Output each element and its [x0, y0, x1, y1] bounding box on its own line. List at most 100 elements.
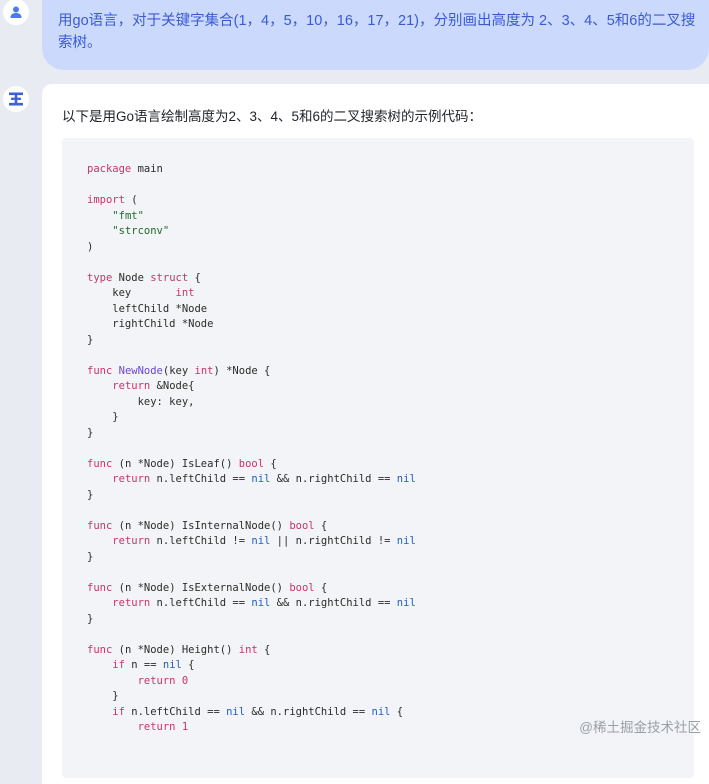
code-token: nil — [251, 597, 271, 609]
code-token: nil — [226, 705, 246, 718]
code-token: return — [112, 380, 151, 392]
code-line: type Node struct { — [87, 271, 416, 287]
code-token: nil — [396, 535, 416, 547]
code-token: nil — [162, 659, 182, 671]
code-token: key: key, — [87, 395, 195, 408]
code-line: leftChild *Node — [87, 302, 416, 318]
code-token: (n *Node) — [112, 581, 182, 594]
assistant-avatar — [3, 86, 29, 112]
code-line: func (n *Node) IsLeaf() bool { — [87, 457, 416, 473]
code-token: return — [112, 535, 151, 547]
code-line: "fmt" — [87, 209, 416, 225]
code-token: { — [314, 581, 328, 594]
code-token: func — [87, 457, 113, 470]
code-line: } — [87, 689, 416, 705]
code-token: return — [137, 721, 176, 733]
code-token: } — [87, 333, 94, 346]
code-token: n.leftChild == — [124, 705, 227, 718]
code-token: (n *Node) — [112, 643, 182, 656]
code-token: return — [112, 597, 151, 609]
code-token: } — [87, 690, 119, 702]
code-token: int — [238, 643, 258, 656]
code-token: nil — [396, 473, 416, 485]
code-line: return n.leftChild == nil && n.rightChil… — [87, 596, 416, 612]
code-line: } — [87, 410, 416, 426]
code-token: nil — [251, 473, 271, 485]
code-token: { — [314, 519, 328, 532]
code-token: func — [87, 643, 113, 656]
code-line: func (n *Node) IsInternalNode() bool { — [87, 519, 416, 535]
code-token: if — [112, 705, 125, 718]
code-token: NewNode — [118, 364, 163, 377]
watermark: @稀土掘金技术社区 — [579, 720, 701, 735]
user-message-line-1: 用go语言，对于关键字集合(1，4，5，10，16，17，21)，分别画出高度为… — [58, 13, 696, 29]
code-line: func NewNode(key int) *Node { — [87, 364, 416, 380]
code-line: } — [87, 550, 416, 566]
code-token: bool — [289, 581, 315, 594]
code-token: int — [175, 287, 195, 299]
code-token: { — [390, 705, 404, 718]
code-token: func — [87, 364, 113, 377]
code-token: import — [87, 194, 125, 206]
code-token: int — [194, 364, 214, 377]
code-token: } — [87, 550, 94, 563]
code-token: type — [87, 271, 113, 284]
code-token: } — [87, 612, 94, 625]
code-token: Node — [112, 271, 151, 284]
code-token: func — [87, 519, 113, 532]
code-line: } — [87, 333, 416, 349]
code-token: IsLeaf() — [181, 457, 239, 470]
code-token: return — [112, 473, 151, 485]
code-token: n.leftChild == — [150, 597, 252, 609]
code-content: package main import ( "fmt" "strconv") typ… — [87, 162, 416, 736]
code-token: key — [87, 287, 176, 299]
code-line: ) — [87, 240, 416, 256]
code-line: "strconv" — [87, 224, 416, 240]
code-token: } — [87, 488, 94, 501]
code-token: bool — [238, 457, 265, 470]
code-token: { — [264, 457, 277, 470]
code-line: return &Node{ — [87, 379, 416, 395]
code-token: n == — [124, 659, 163, 671]
code-token: "strconv" — [112, 225, 170, 237]
assistant-message-panel: 以下是用Go语言绘制高度为2、3、4、5和6的二叉搜索树的示例代码： packa… — [42, 84, 709, 784]
code-token: { — [181, 659, 195, 671]
code-token: { — [188, 271, 201, 284]
code-token: nil — [251, 535, 271, 547]
code-token: && n.rightChild == — [270, 597, 397, 609]
code-line: } — [87, 612, 416, 628]
code-line: package main — [87, 162, 416, 178]
code-line: if n == nil { — [87, 658, 416, 674]
code-token: &Node{ — [150, 380, 195, 392]
code-token: func — [87, 581, 113, 594]
code-line: import ( — [87, 193, 416, 209]
code-token: (key — [162, 364, 195, 377]
code-token: nil — [396, 597, 416, 609]
code-token: n.leftChild != — [150, 535, 252, 547]
code-line: return n.leftChild != nil || n.rightChil… — [87, 534, 416, 550]
code-block: package main import ( "fmt" "strconv") typ… — [62, 138, 694, 778]
user-message-bubble: 用go语言，对于关键字集合(1，4，5，10，16，17，21)，分别画出高度为… — [42, 0, 709, 70]
assistant-logo-icon — [9, 92, 23, 106]
code-token: ( — [124, 194, 138, 206]
code-token: rightChild *Node — [87, 318, 214, 330]
code-line: rightChild *Node — [87, 317, 416, 333]
code-line: return 0 — [87, 674, 416, 690]
code-line: } — [87, 488, 416, 504]
code-token: IsExternalNode() — [181, 581, 290, 594]
code-token: main — [131, 163, 163, 175]
code-line: } — [87, 426, 416, 442]
user-message-line-2: 索树。 — [58, 35, 102, 51]
